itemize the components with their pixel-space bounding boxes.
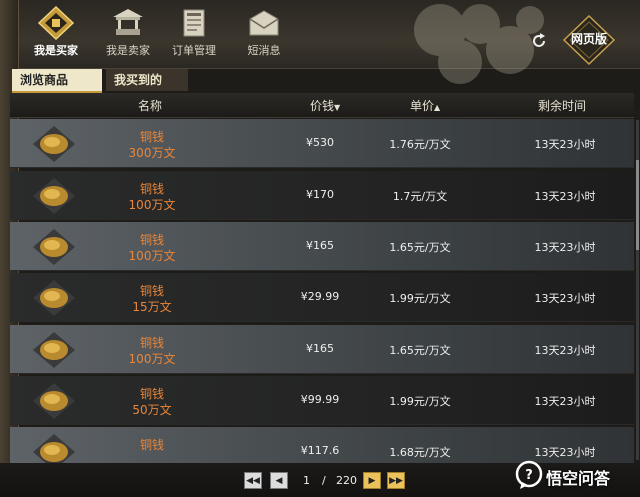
item-unit-price: 1.68元/万文 <box>389 446 451 459</box>
coin-bag-icon <box>36 6 76 40</box>
nav-messages-label: 短消息 <box>247 44 281 57</box>
nav-seller[interactable]: 我是卖家 <box>96 6 160 62</box>
next-page-button[interactable]: ▶ <box>363 472 381 489</box>
item-unit-price: 1.65元/万文 <box>389 344 451 357</box>
table-row[interactable]: 铜钱 15万文 ¥29.99 1.99元/万文 13天23小时 <box>10 273 634 322</box>
item-price: ¥530 <box>306 136 334 149</box>
item-remaining-time: 13天23小时 <box>534 138 596 151</box>
tab-browse[interactable]: 浏览商品 <box>12 69 102 93</box>
stall-icon <box>108 6 148 40</box>
sort-desc-icon: ▼ <box>334 103 341 112</box>
scrollbar-thumb[interactable] <box>636 160 639 250</box>
item-amount: 100万文 <box>128 249 176 263</box>
header-price[interactable]: 价钱▼ <box>310 97 340 114</box>
copper-coin-icon <box>33 434 75 463</box>
table-header: 名称 价钱▼ 单价▲ 剩余时间 <box>10 93 634 118</box>
item-name: 铜钱 <box>139 438 164 452</box>
item-price: ¥170 <box>306 188 334 201</box>
nav-orders-label: 订单管理 <box>172 44 216 57</box>
table-row[interactable]: 铜钱 100万文 ¥165 1.65元/万文 13天23小时 <box>10 222 634 271</box>
last-page-button[interactable]: ▶▶ <box>387 472 405 489</box>
item-price: ¥165 <box>306 239 334 252</box>
item-name: 铜钱 <box>139 387 164 401</box>
table-row[interactable]: 铜钱 100万文 ¥170 1.7元/万文 13天23小时 <box>10 171 634 220</box>
table-row[interactable]: 铜钱 300万文 ¥530 1.76元/万文 13天23小时 <box>10 119 634 168</box>
envelope-icon <box>244 6 284 40</box>
next-page-icon: ▶ <box>368 475 376 486</box>
header-remaining: 剩余时间 <box>538 99 587 113</box>
item-name: 铜钱 <box>139 233 164 247</box>
item-price: ¥99.99 <box>300 393 340 406</box>
copper-coin-icon <box>33 229 75 265</box>
table-row[interactable]: 铜钱 100万文 ¥165 1.65元/万文 13天23小时 <box>10 325 634 374</box>
tab-purchased[interactable]: 我买到的 <box>106 69 188 91</box>
header-unit-price[interactable]: 单价▲ <box>410 97 440 114</box>
nav-seller-label: 我是卖家 <box>106 44 150 57</box>
item-unit-price: 1.99元/万文 <box>389 292 451 305</box>
item-name: 铜钱 <box>139 284 164 298</box>
item-name: 铜钱 <box>139 130 164 144</box>
page-separator: / <box>322 474 326 487</box>
web-version-label: 网页版 <box>570 32 607 46</box>
copper-coin-icon <box>33 383 75 419</box>
item-amount: 15万文 <box>132 300 172 314</box>
nav-orders[interactable]: 订单管理 <box>162 6 226 62</box>
item-remaining-time: 13天23小时 <box>534 395 596 408</box>
table-row[interactable]: 铜钱 50万文 ¥99.99 1.99元/万文 13天23小时 <box>10 376 634 425</box>
item-remaining-time: 13天23小时 <box>534 292 596 305</box>
item-price: ¥165 <box>306 342 334 355</box>
copper-coin-icon <box>33 178 75 214</box>
item-amount: 100万文 <box>128 352 176 366</box>
prev-page-icon: ◀ <box>275 475 283 486</box>
header-name: 名称 <box>138 99 163 113</box>
nav-buyer-label: 我是买家 <box>34 44 78 57</box>
item-unit-price: 1.99元/万文 <box>389 395 451 408</box>
item-remaining-time: 13天23小时 <box>534 190 596 203</box>
item-unit-price: 1.65元/万文 <box>389 241 451 254</box>
item-remaining-time: 13天23小时 <box>534 344 596 357</box>
last-page-icon: ▶▶ <box>389 475 403 486</box>
copper-coin-icon <box>33 280 75 316</box>
header-unit-price-label: 单价 <box>410 99 435 113</box>
copper-coin-icon <box>33 126 75 162</box>
item-price: ¥29.99 <box>300 290 340 303</box>
table-scrollbar[interactable] <box>636 120 639 460</box>
watermark: ? 悟空问答 <box>512 458 638 492</box>
item-price: ¥117.6 <box>300 444 340 457</box>
item-unit-price: 1.76元/万文 <box>389 138 451 151</box>
current-page: 1 <box>303 474 310 487</box>
watermark-text: 悟空问答 <box>546 469 611 488</box>
refresh-icon <box>533 33 545 47</box>
first-page-icon: ◀◀ <box>246 475 260 486</box>
copper-coin-icon <box>33 332 75 368</box>
nav-buyer[interactable]: 我是买家 <box>24 6 88 62</box>
refresh-button[interactable] <box>528 30 550 52</box>
item-amount: 300万文 <box>128 146 176 160</box>
first-page-button[interactable]: ◀◀ <box>244 472 262 489</box>
item-amount: 100万文 <box>128 198 176 212</box>
item-remaining-time: 13天23小时 <box>534 241 596 254</box>
svg-text:?: ? <box>525 468 533 483</box>
sort-asc-icon: ▲ <box>434 103 441 112</box>
header-price-label: 价钱 <box>310 99 335 113</box>
scroll-book-icon <box>174 6 214 40</box>
speech-bubble-logo-icon: ? <box>515 460 543 489</box>
item-name: 铜钱 <box>139 182 164 196</box>
item-amount: 50万文 <box>132 403 172 417</box>
listing-table: 铜钱 300万文 ¥530 1.76元/万文 13天23小时 铜钱 100万文 … <box>10 119 634 463</box>
item-name: 铜钱 <box>139 336 164 350</box>
nav-messages[interactable]: 短消息 <box>232 6 296 62</box>
web-version-button[interactable]: 网页版 <box>562 14 616 66</box>
total-pages: 220 <box>336 474 357 487</box>
item-unit-price: 1.7元/万文 <box>392 190 448 203</box>
prev-page-button[interactable]: ◀ <box>270 472 288 489</box>
